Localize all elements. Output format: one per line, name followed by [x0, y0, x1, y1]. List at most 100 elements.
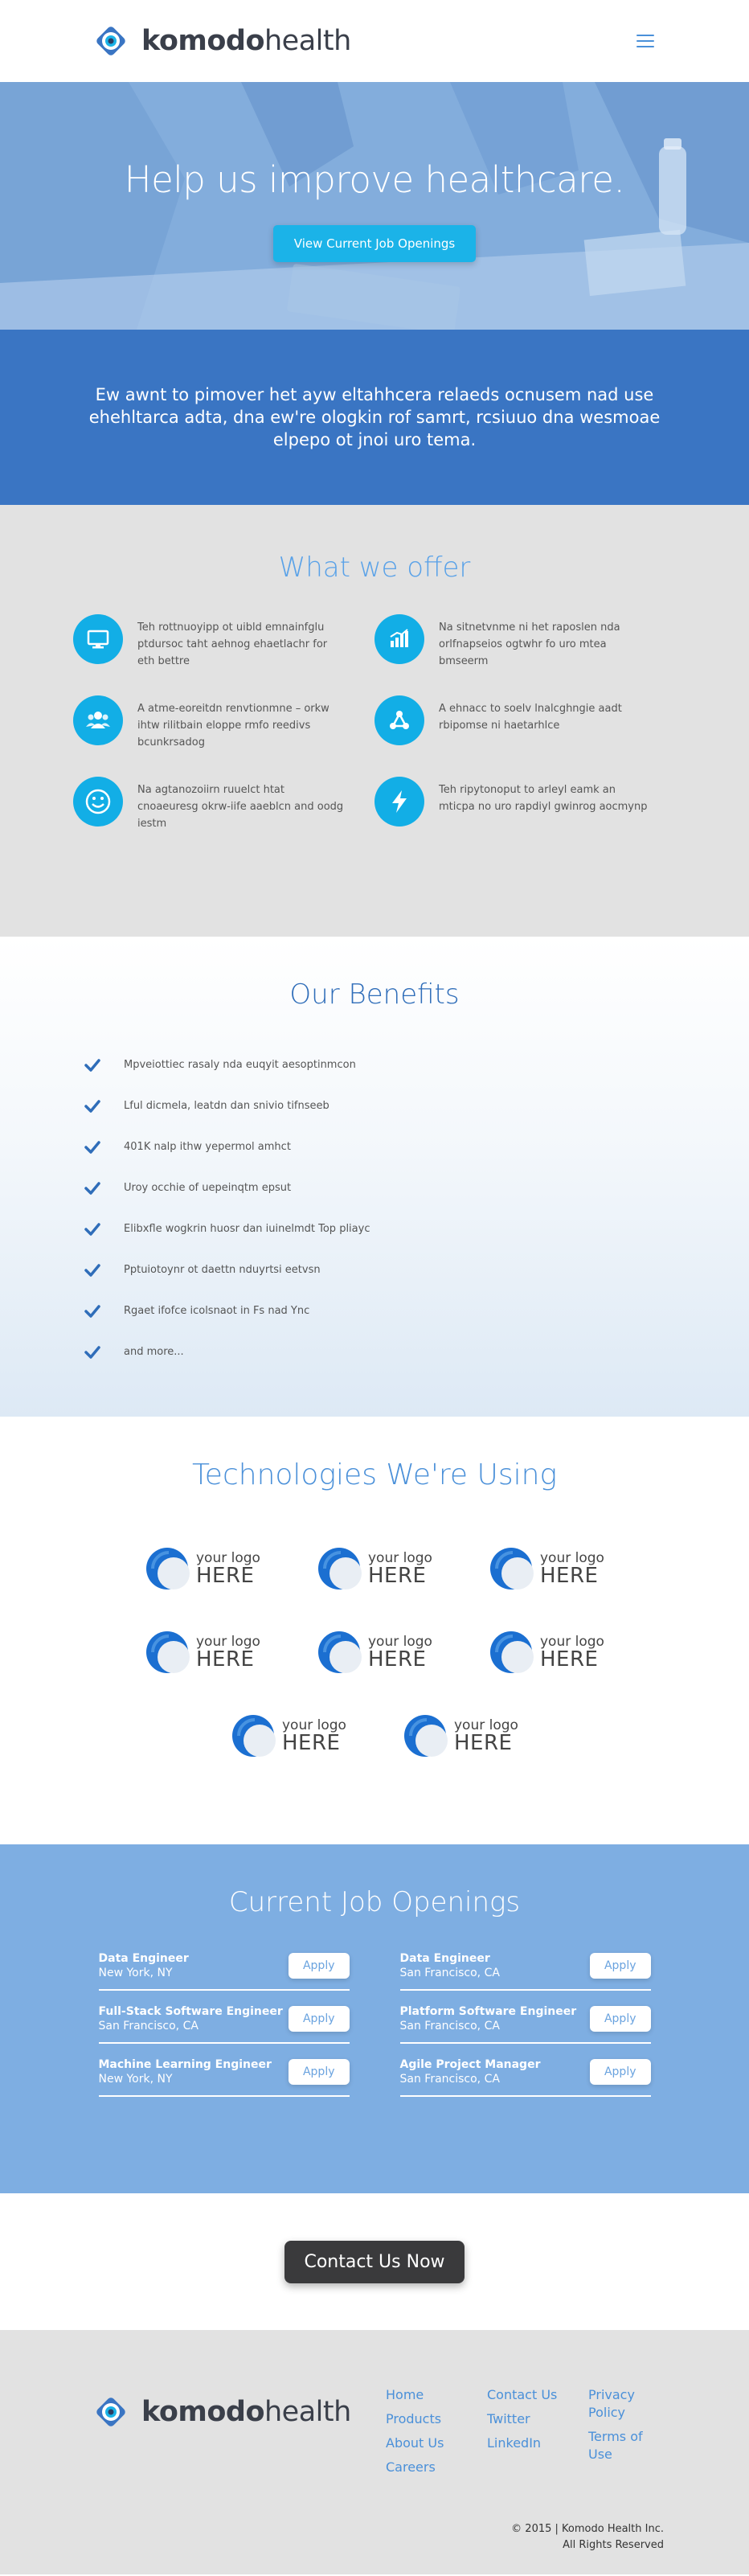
- technology-logo[interactable]: your logo HERE: [145, 1543, 260, 1594]
- technologies-title: Technologies We're Using: [191, 1458, 558, 1491]
- logo-small-text: your logo: [368, 1549, 432, 1566]
- checkmark-icon: [84, 1220, 101, 1238]
- offer-item: Teh rottnuoyipp ot uibld emnainfglu ptdu…: [73, 614, 374, 670]
- job-listing: Machine Learning Engineer New York, NY Ap…: [98, 2058, 350, 2097]
- job-title[interactable]: Machine Learning Engineer: [99, 2058, 272, 2071]
- logo-big-text: HERE: [454, 1730, 513, 1755]
- apply-button[interactable]: Apply: [288, 2006, 350, 2032]
- job-title[interactable]: Data Engineer: [400, 1952, 500, 1965]
- contact-section: Contact Us Now: [0, 2193, 749, 2330]
- view-job-openings-button[interactable]: View Current Job Openings: [272, 224, 477, 262]
- benefit-text: 401K nalp ithw yepermol amhct: [124, 1141, 291, 1153]
- smiley-icon: [73, 777, 123, 827]
- job-location: New York, NY: [98, 1967, 173, 1979]
- benefit-text: Elibxfle wogkrin huosr dan iuinelmdt Top…: [124, 1223, 370, 1235]
- brand-wordmark: komodohealth: [141, 25, 351, 57]
- checkmark-icon: [84, 1261, 101, 1279]
- technology-logo[interactable]: your logo HERE: [403, 1710, 518, 1762]
- site-header: komodohealth: [0, 0, 749, 82]
- lightning-icon: [374, 777, 424, 827]
- list-item: 401K nalp ithw yepermol amhct: [84, 1126, 749, 1167]
- benefit-text: Mpveiottiec rasaly nda euqyit aesoptinmc…: [124, 1059, 356, 1071]
- logo-big-text: HERE: [540, 1563, 599, 1588]
- offer-text: A atme-eoreitdn renvtionmne – orkw ihtw …: [137, 703, 329, 749]
- checkmark-icon: [84, 1302, 101, 1320]
- job-title[interactable]: Agile Project Manager: [400, 2058, 541, 2071]
- job-title[interactable]: Data Engineer: [99, 1952, 189, 1965]
- logo-small-text: your logo: [454, 1717, 518, 1733]
- footer-link-contact[interactable]: Contact Us: [487, 2386, 561, 2404]
- list-item: Lful dicmela, leatdn dan snivio tifnseeb: [84, 1085, 749, 1126]
- hero-title: Help us improve healthcare.: [124, 158, 625, 201]
- job-listing: Data Engineer New York, NY Apply: [98, 1952, 350, 1991]
- footer-link-careers[interactable]: Careers: [386, 2459, 460, 2476]
- footer-link-twitter[interactable]: Twitter: [487, 2410, 561, 2428]
- technologies-section: Technologies We're Using your logo HERE yo…: [0, 1417, 749, 1844]
- logo-small-text: your logo: [282, 1717, 346, 1733]
- team-icon: [73, 695, 123, 745]
- checkmark-icon: [84, 1343, 101, 1361]
- job-title[interactable]: Full-Stack Software Engineer: [99, 2005, 283, 2018]
- logo-placeholder-icon: [318, 1631, 362, 1673]
- logo-placeholder-icon: [146, 1548, 190, 1589]
- apply-button[interactable]: Apply: [589, 2006, 651, 2032]
- job-location: San Francisco, CA: [399, 1967, 500, 1979]
- komodo-logo-icon: [96, 27, 125, 55]
- checkmark-icon: [84, 1056, 101, 1074]
- logo-small-text: your logo: [196, 1549, 260, 1566]
- hamburger-menu-icon[interactable]: [636, 35, 654, 47]
- technology-logo[interactable]: your logo HERE: [145, 1626, 260, 1678]
- apply-button[interactable]: Apply: [589, 1953, 651, 1979]
- list-item: Mpveiottiec rasaly nda euqyit aesoptinmc…: [84, 1044, 749, 1085]
- brand-logo[interactable]: komodohealth: [88, 18, 351, 64]
- technology-logo[interactable]: your logo HERE: [489, 1626, 604, 1678]
- footer-link-privacy[interactable]: Privacy Policy: [588, 2386, 654, 2422]
- logo-big-text: HERE: [282, 1730, 341, 1755]
- job-listing: Data Engineer San Francisco, CA Apply: [399, 1952, 651, 1991]
- footer-column: Home Products About Us Careers: [386, 2386, 460, 2476]
- apply-button[interactable]: Apply: [288, 1953, 350, 1979]
- offer-title: What we offer: [278, 552, 471, 584]
- list-item: Rgaet ifofce icolsnaot in Fs nad Ync: [84, 1290, 749, 1331]
- benefit-text: Uroy occhie of uepeinqtm epsut: [124, 1182, 292, 1194]
- job-list: Data Engineer New York, NY Apply Data Eng…: [98, 1952, 651, 2097]
- footer-link-linkedin[interactable]: LinkedIn: [487, 2434, 561, 2452]
- benefits-section: Our Benefits Mpveiottiec rasaly nda euqy…: [0, 937, 749, 1417]
- job-title[interactable]: Platform Software Engineer: [400, 2005, 577, 2018]
- technology-logo[interactable]: your logo HERE: [489, 1543, 604, 1594]
- logo-small-text: your logo: [368, 1633, 432, 1650]
- technology-logo[interactable]: your logo HERE: [317, 1626, 432, 1678]
- footer-link-home[interactable]: Home: [386, 2386, 460, 2404]
- hero-banner: Help us improve healthcare. View Current…: [0, 82, 749, 330]
- contact-us-button[interactable]: Contact Us Now: [284, 2240, 465, 2283]
- technology-logo[interactable]: your logo HERE: [231, 1710, 346, 1762]
- checkmark-icon: [84, 1138, 101, 1156]
- job-listing: Agile Project Manager San Francisco, CA A…: [399, 2058, 651, 2097]
- apply-button[interactable]: Apply: [589, 2059, 651, 2085]
- logo-small-text: your logo: [540, 1633, 604, 1650]
- offer-grid: Teh rottnuoyipp ot uibld emnainfglu ptdu…: [73, 614, 676, 832]
- monitor-icon: [73, 614, 123, 664]
- offer-text: Na agtanozoiirn ruuelct htat cnoaeuresg …: [137, 784, 344, 830]
- bar-chart-icon: [374, 614, 424, 664]
- technology-logo[interactable]: your logo HERE: [317, 1543, 432, 1594]
- footer-link-about[interactable]: About Us: [386, 2434, 460, 2452]
- benefit-text: and more...: [124, 1346, 184, 1358]
- offer-item: A ehnacc to soelv lnalcghngie aadt rbipo…: [374, 695, 676, 751]
- list-item: Elibxfle wogkrin huosr dan iuinelmdt Top…: [84, 1208, 749, 1249]
- footer-brand-logo[interactable]: komodohealth: [88, 2389, 351, 2434]
- logo-big-text: HERE: [368, 1563, 427, 1588]
- technology-logos: your logo HERE your logo HERE your logo HERE y…: [0, 1543, 749, 1762]
- logo-placeholder-icon: [318, 1548, 362, 1589]
- copyright-line: © 2015 | Komodo Health Inc.: [511, 2523, 664, 2535]
- list-item: Uroy occhie of uepeinqtm epsut: [84, 1167, 749, 1208]
- benefit-text: Rgaet ifofce icolsnaot in Fs nad Ync: [124, 1305, 310, 1317]
- logo-placeholder-icon: [146, 1631, 190, 1673]
- footer-link-products[interactable]: Products: [386, 2410, 460, 2428]
- copyright: © 2015 | Komodo Health Inc. All Rights R…: [511, 2521, 664, 2553]
- apply-button[interactable]: Apply: [288, 2059, 350, 2085]
- logo-big-text: HERE: [540, 1647, 599, 1672]
- footer-link-terms[interactable]: Terms of Use: [588, 2428, 654, 2463]
- offer-item: A atme-eoreitdn renvtionmne – orkw ihtw …: [73, 695, 374, 751]
- logo-big-text: HERE: [368, 1647, 427, 1672]
